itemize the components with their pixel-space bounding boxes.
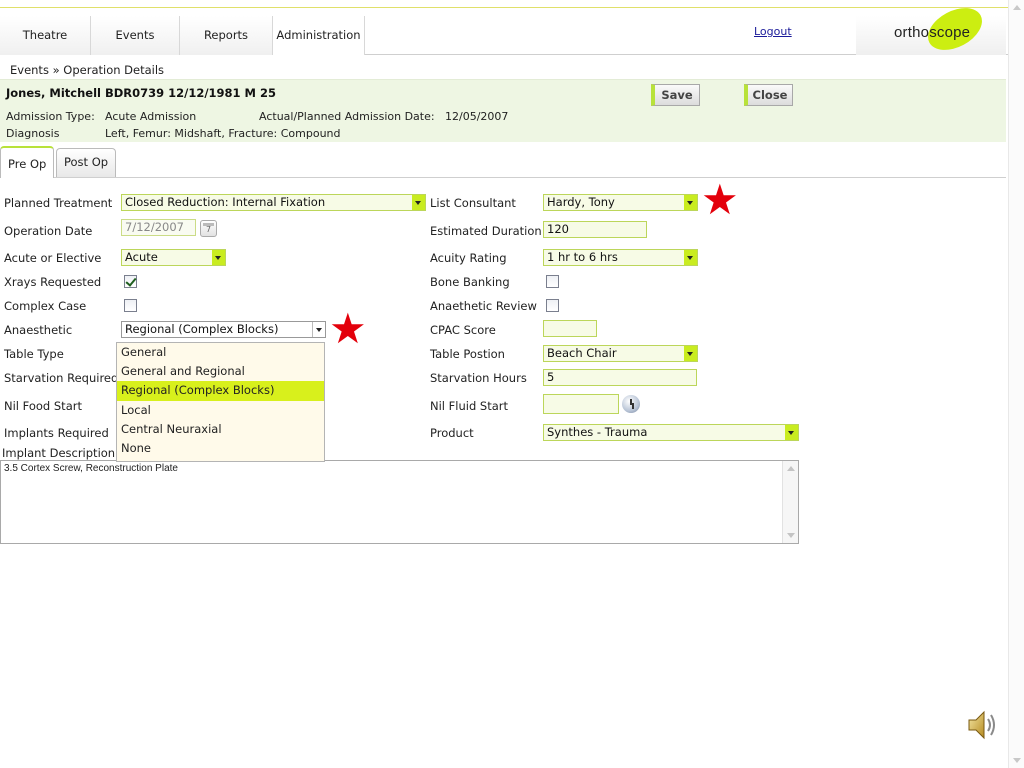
- breadcrumb: Events » Operation Details: [10, 63, 165, 77]
- admission-type-label: Admission Type:: [6, 110, 95, 123]
- nav-tab-events[interactable]: Events: [91, 16, 180, 55]
- table-position-label: Table Postion: [430, 347, 505, 361]
- calendar-icon[interactable]: [200, 220, 217, 237]
- diagnosis-label: Diagnosis: [6, 127, 60, 140]
- acuity-rating-select[interactable]: 1 hr to 6 hrs: [543, 249, 698, 266]
- xrays-requested-checkbox[interactable]: [124, 275, 137, 288]
- dropdown-option[interactable]: Local: [117, 401, 324, 420]
- dropdown-option-selected[interactable]: Regional (Complex Blocks): [117, 381, 324, 401]
- admission-date-label: Actual/Planned Admission Date:: [259, 110, 435, 123]
- chevron-down-icon: [412, 195, 425, 210]
- complex-case-label: Complex Case: [4, 299, 87, 313]
- chevron-down-icon: [785, 425, 798, 440]
- acute-or-elective-label: Acute or Elective: [4, 251, 102, 265]
- nav-tab-administration[interactable]: Administration: [273, 16, 365, 55]
- diagnosis-value: Left, Femur: Midshaft, Fracture: Compoun…: [105, 127, 341, 140]
- chevron-down-icon: [684, 195, 697, 210]
- cpac-score-label: CPAC Score: [430, 323, 496, 337]
- page-scrollbar[interactable]: [1008, 0, 1024, 768]
- product-value: Synthes - Trauma: [547, 425, 648, 439]
- estimated-duration-input[interactable]: 120: [543, 221, 647, 238]
- tab-post-op[interactable]: Post Op: [56, 148, 117, 177]
- admission-date-value: 12/05/2007: [445, 110, 509, 123]
- acuity-rating-label: Acuity Rating: [430, 251, 507, 265]
- bone-banking-checkbox[interactable]: [546, 275, 559, 288]
- save-button[interactable]: Save: [651, 84, 700, 106]
- anaesthetic-label: Anaesthetic: [4, 323, 73, 337]
- clock-icon[interactable]: [622, 395, 640, 413]
- patient-name: Jones, Mitchell BDR0739 12/12/1981 M 25: [6, 86, 277, 100]
- chevron-down-icon: [684, 250, 697, 265]
- nil-fluid-start-label: Nil Fluid Start: [430, 399, 508, 413]
- list-consultant-value: Hardy, Tony: [547, 195, 615, 209]
- table-position-select[interactable]: Beach Chair: [543, 345, 698, 362]
- logo-text: orthoscope: [894, 24, 971, 41]
- product-label: Product: [430, 426, 474, 440]
- nav-tab-reports[interactable]: Reports: [180, 16, 273, 55]
- admission-type-value: Acute Admission: [105, 110, 197, 123]
- acute-or-elective-value: Acute: [125, 250, 158, 264]
- textarea-scrollbar[interactable]: [782, 461, 798, 543]
- patient-panel: Jones, Mitchell BDR0739 12/12/1981 M 25 …: [0, 79, 1006, 142]
- top-strip: [0, 0, 1008, 8]
- scroll-up-icon[interactable]: [787, 466, 795, 471]
- list-consultant-select[interactable]: Hardy, Tony: [543, 194, 698, 211]
- anaesthetic-value: Regional (Complex Blocks): [125, 322, 279, 336]
- operation-date-label: Operation Date: [4, 224, 93, 238]
- dropdown-option[interactable]: None: [117, 439, 324, 458]
- implants-required-label: Implants Required: [4, 426, 109, 440]
- chevron-down-icon: [212, 250, 225, 265]
- nil-food-start-label: Nil Food Start: [4, 399, 82, 413]
- scroll-up-icon[interactable]: [1013, 5, 1021, 10]
- chevron-down-icon: [312, 322, 325, 337]
- implant-description-value: 3.5 Cortex Screw, Reconstruction Plate: [4, 463, 178, 474]
- planned-treatment-value: Closed Reduction: Internal Fixation: [125, 195, 326, 209]
- complex-case-checkbox[interactable]: [124, 299, 137, 312]
- anaethetic-review-label: Anaethetic Review: [430, 299, 537, 313]
- starvation-hours-input[interactable]: 5: [543, 369, 697, 386]
- planned-treatment-label: Planned Treatment: [4, 196, 113, 210]
- dropdown-option[interactable]: Central Neuraxial: [117, 420, 324, 439]
- star-icon: ★: [701, 175, 739, 224]
- cpac-score-input[interactable]: [543, 320, 597, 337]
- scroll-down-icon[interactable]: [1013, 758, 1021, 763]
- nil-fluid-start-input[interactable]: [543, 394, 619, 414]
- anaethetic-review-checkbox[interactable]: [546, 299, 559, 312]
- estimated-duration-label: Estimated Duration: [430, 224, 542, 238]
- close-button[interactable]: Close: [744, 84, 793, 106]
- anaesthetic-dropdown: General General and Regional Regional (C…: [116, 342, 325, 462]
- planned-treatment-select[interactable]: Closed Reduction: Internal Fixation: [121, 194, 426, 211]
- tab-line: [0, 177, 1006, 178]
- operation-date-input[interactable]: 7/12/2007: [121, 219, 196, 236]
- product-select[interactable]: Synthes - Trauma: [543, 424, 799, 441]
- anaesthetic-select[interactable]: Regional (Complex Blocks): [121, 321, 326, 338]
- acute-or-elective-select[interactable]: Acute: [121, 249, 226, 266]
- starvation-hours-label: Starvation Hours: [430, 371, 527, 385]
- dropdown-option[interactable]: General: [117, 343, 324, 362]
- implant-description-label: Implant Description: [2, 446, 116, 460]
- speaker-icon[interactable]: [966, 708, 1000, 742]
- chevron-down-icon: [684, 346, 697, 361]
- acuity-rating-value: 1 hr to 6 hrs: [547, 250, 618, 264]
- implant-description-textarea[interactable]: 3.5 Cortex Screw, Reconstruction Plate: [0, 460, 799, 544]
- bone-banking-label: Bone Banking: [430, 275, 510, 289]
- dropdown-option[interactable]: General and Regional: [117, 362, 324, 381]
- scroll-down-icon[interactable]: [787, 533, 795, 538]
- star-icon: ★: [329, 304, 367, 353]
- table-position-value: Beach Chair: [547, 346, 617, 360]
- nav-tab-theatre[interactable]: Theatre: [0, 16, 91, 55]
- table-type-label: Table Type: [4, 347, 64, 361]
- list-consultant-label: List Consultant: [430, 196, 516, 210]
- xrays-requested-label: Xrays Requested: [4, 275, 102, 289]
- logo: orthoscope: [856, 0, 1006, 59]
- logout-link[interactable]: Logout: [754, 25, 792, 38]
- starvation-required-label: Starvation Required: [4, 371, 119, 385]
- tab-pre-op[interactable]: Pre Op: [0, 146, 55, 178]
- main-nav: Theatre Events Reports Administration Lo…: [0, 0, 1008, 59]
